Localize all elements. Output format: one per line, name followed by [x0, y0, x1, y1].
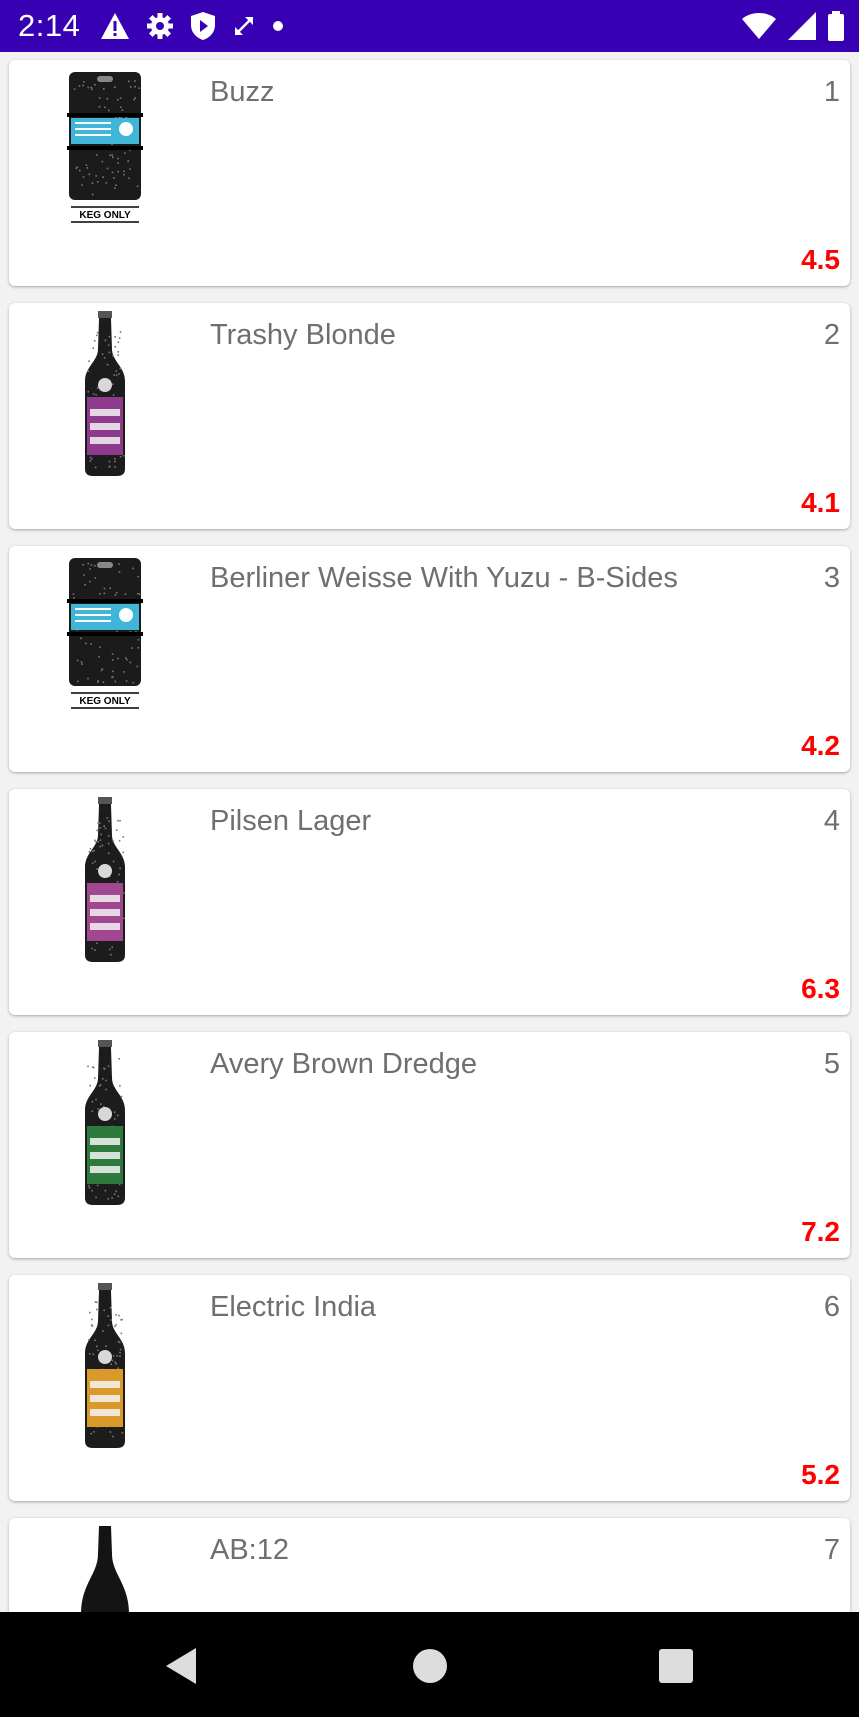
bottle-image	[85, 797, 125, 962]
keg-image: KEG ONLY	[67, 72, 143, 223]
expand-icon	[235, 17, 253, 35]
keg-only-label: KEG ONLY	[79, 210, 131, 221]
beer-abv: 6.3	[801, 973, 840, 1004]
beer-abv: 4.5	[801, 244, 840, 275]
wifi-icon	[742, 13, 776, 39]
battery-icon	[828, 11, 844, 41]
beer-id: 5	[823, 1048, 840, 1080]
beer-name: AB:12	[210, 1534, 289, 1566]
beer-card[interactable]: Pilsen Lager 4 6.3	[9, 789, 850, 1015]
beer-abv: 4.2	[801, 730, 840, 761]
bottle-image	[85, 1283, 125, 1448]
recents-icon[interactable]	[652, 1642, 700, 1690]
beer-name: Trashy Blonde	[210, 319, 396, 351]
back-icon[interactable]	[160, 1642, 208, 1690]
status-bar: 2:14	[0, 0, 859, 52]
gear-icon	[147, 13, 173, 39]
beer-card[interactable]: KEG ONLY Berliner Weisse With Yuzu - B-Si…	[9, 546, 850, 772]
navigation-bar	[0, 1612, 859, 1717]
beer-id: 4	[823, 805, 840, 837]
beer-id: 3	[823, 562, 840, 594]
beer-card[interactable]: Electric India 6 5.2	[9, 1275, 850, 1501]
beer-card[interactable]: AB:12 7	[9, 1518, 850, 1612]
beer-id: 2	[823, 319, 840, 351]
dot-icon	[273, 21, 283, 31]
status-icons-right	[741, 10, 845, 42]
beer-id: 6	[823, 1291, 840, 1323]
bottle-image	[85, 311, 125, 476]
signal-icon	[788, 12, 816, 40]
beer-card[interactable]: Trashy Blonde 2 4.1	[9, 303, 850, 529]
bottle-image	[81, 1526, 129, 1612]
home-icon[interactable]	[406, 1642, 454, 1690]
shield-icon	[191, 12, 215, 40]
status-icons-left	[100, 10, 284, 42]
beer-id: 7	[823, 1534, 840, 1566]
beer-name: Berliner Weisse With Yuzu - B-Sides	[210, 562, 678, 594]
keg-image: KEG ONLY	[67, 558, 143, 709]
beer-abv: 4.1	[801, 487, 840, 518]
warning-icon	[101, 13, 129, 39]
beer-name: Buzz	[210, 76, 275, 108]
beer-card[interactable]: KEG ONLY Buzz 1 4.5	[9, 60, 850, 286]
keg-only-label: KEG ONLY	[79, 696, 131, 707]
beer-list[interactable]: KEG ONLY Buzz 1 4.5 Trashy Blonde 2 4.1 KEG ONL…	[0, 52, 859, 1612]
beer-card[interactable]: Avery Brown Dredge 5 7.2	[9, 1032, 850, 1258]
beer-id: 1	[823, 76, 840, 108]
beer-abv: 5.2	[801, 1459, 840, 1490]
bottle-image	[85, 1040, 125, 1205]
beer-name: Electric India	[210, 1291, 377, 1323]
status-time: 2:14	[18, 8, 81, 43]
beer-abv: 7.2	[801, 1216, 840, 1247]
beer-name: Pilsen Lager	[210, 805, 372, 837]
beer-name: Avery Brown Dredge	[210, 1048, 478, 1080]
